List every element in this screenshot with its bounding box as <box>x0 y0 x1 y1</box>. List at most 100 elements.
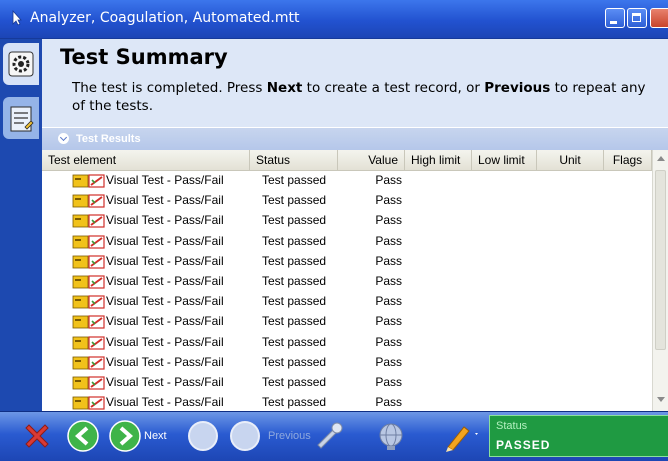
test-element-cell: Visual Test - Pass/Fail <box>106 314 224 329</box>
value-cell: Pass <box>375 173 402 187</box>
close-button[interactable] <box>650 8 668 28</box>
value-cell: Pass <box>375 354 402 369</box>
minimize-button[interactable] <box>605 8 625 28</box>
visual-test-icon <box>72 275 105 289</box>
test-element-cell: Visual Test - Pass/Fail <box>106 213 224 228</box>
scroll-thumb[interactable] <box>655 170 666 350</box>
test-element-cell: Visual Test - Pass/Fail <box>106 374 224 389</box>
value-cell: Pass <box>375 253 402 268</box>
column-header-test-element[interactable]: Test element <box>42 150 250 170</box>
previous-label: Previous <box>268 430 311 442</box>
column-header-high-limit[interactable]: High limit <box>405 150 472 170</box>
report-tab[interactable] <box>3 97 39 139</box>
column-header-unit[interactable]: Unit <box>537 150 604 170</box>
table-row[interactable]: Visual Test - Pass/Fail Test passed Pass <box>42 171 652 191</box>
tools-icon <box>317 422 343 449</box>
value-cell: Pass <box>375 374 402 389</box>
summary-tab[interactable] <box>3 43 39 85</box>
column-header-status[interactable]: Status <box>250 150 338 170</box>
visual-test-icon <box>72 356 105 370</box>
instruction-part: to create a test record, or <box>302 80 485 96</box>
status-cell: Test passed <box>262 294 327 309</box>
status-value: PASSED <box>496 438 551 452</box>
test-element-cell: Visual Test - Pass/Fail <box>106 294 224 309</box>
next-label[interactable]: Next <box>144 430 167 442</box>
table-row[interactable]: Visual Test - Pass/Fail Test passed Pass <box>42 292 652 312</box>
value-cell: Pass <box>375 273 402 288</box>
table-row[interactable]: Visual Test - Pass/Fail Test passed Pass <box>42 232 652 252</box>
value-cell: Pass <box>375 334 402 349</box>
status-cell: Test passed <box>262 253 327 268</box>
table-row[interactable]: Visual Test - Pass/Fail Test passed Pass <box>42 252 652 272</box>
previous-button[interactable] <box>66 419 100 453</box>
scroll-down-icon[interactable] <box>657 397 665 402</box>
next-icon <box>109 420 141 452</box>
test-element-cell: Visual Test - Pass/Fail <box>106 395 224 410</box>
test-element-cell: Visual Test - Pass/Fail <box>106 354 224 369</box>
globe-icon <box>379 423 403 450</box>
tools-button[interactable] <box>312 419 346 453</box>
cancel-icon <box>25 424 49 448</box>
app-icon <box>12 10 22 26</box>
results-table: Test element Status Value High limit Low… <box>42 150 668 411</box>
table-row[interactable]: Visual Test - Pass/Fail Test passed Pass <box>42 353 652 373</box>
visual-test-icon <box>72 396 105 410</box>
status-cell: Test passed <box>262 193 327 208</box>
disabled-circle-icon <box>230 421 260 451</box>
test-element-cell: Visual Test - Pass/Fail <box>106 253 224 268</box>
column-header-low-limit[interactable]: Low limit <box>472 150 537 170</box>
left-sidebar <box>0 39 42 411</box>
table-row[interactable]: Visual Test - Pass/Fail Test passed Pass <box>42 211 652 231</box>
table-row[interactable]: Visual Test - Pass/Fail Test passed Pass <box>42 333 652 353</box>
report-icon <box>10 106 34 132</box>
disabled-button-1 <box>186 419 220 453</box>
visual-test-icon <box>72 376 105 390</box>
visual-test-icon <box>72 335 105 350</box>
status-cell: Test passed <box>262 354 327 369</box>
instruction-text: The test is completed. Press Next to cre… <box>72 79 662 115</box>
window-title: Analyzer, Coagulation, Automated.mtt <box>30 10 300 26</box>
maximize-button[interactable] <box>627 8 647 28</box>
visual-test-icon <box>72 234 105 249</box>
scroll-up-icon[interactable] <box>657 156 665 161</box>
test-results-section-header[interactable]: Test Results <box>42 128 668 150</box>
test-element-cell: Visual Test - Pass/Fail <box>106 173 224 187</box>
table-header: Test element Status Value High limit Low… <box>42 150 668 171</box>
page-title: Test Summary <box>60 45 228 69</box>
collapse-toggle-icon[interactable] <box>58 133 69 144</box>
table-row[interactable]: Visual Test - Pass/Fail Test passed Pass <box>42 373 652 393</box>
back-icon <box>67 420 99 452</box>
test-element-cell: Visual Test - Pass/Fail <box>106 193 224 208</box>
visual-test-icon <box>72 295 105 309</box>
value-cell: Pass <box>375 233 402 248</box>
cancel-button[interactable] <box>20 419 54 453</box>
value-cell: Pass <box>375 294 402 309</box>
pen-button[interactable] <box>440 419 478 453</box>
bottom-toolbar: Next Previous Status PASSED <box>0 411 668 461</box>
table-row[interactable]: Visual Test - Pass/Fail Test passed Pass <box>42 312 652 332</box>
title-bar: Analyzer, Coagulation, Automated.mtt <box>0 0 668 39</box>
gear-icon <box>8 51 34 77</box>
status-cell: Test passed <box>262 273 327 288</box>
status-cell: Test passed <box>262 374 327 389</box>
visual-test-icon <box>72 174 105 188</box>
table-row[interactable]: Visual Test - Pass/Fail Test passed Pass <box>42 191 652 211</box>
value-cell: Pass <box>375 213 402 228</box>
visual-test-icon <box>72 255 105 269</box>
value-cell: Pass <box>375 193 402 208</box>
visual-test-icon <box>72 315 105 329</box>
table-row[interactable]: Visual Test - Pass/Fail Test passed Pass <box>42 272 652 292</box>
table-row[interactable]: Visual Test - Pass/Fail Test passed Pass <box>42 393 652 411</box>
value-cell: Pass <box>375 314 402 329</box>
page-header: Test Summary The test is completed. Pres… <box>42 39 668 127</box>
instruction-next-keyword: Next <box>266 80 303 96</box>
next-button[interactable] <box>108 419 142 453</box>
section-title: Test Results <box>76 133 141 145</box>
status-cell: Test passed <box>262 395 327 410</box>
column-header-flags[interactable]: Flags <box>604 150 652 170</box>
vertical-scrollbar[interactable] <box>652 150 668 411</box>
disabled-circle-icon <box>188 421 218 451</box>
status-panel: Status PASSED <box>489 415 668 457</box>
column-header-value[interactable]: Value <box>338 150 405 170</box>
globe-button[interactable] <box>374 419 408 453</box>
